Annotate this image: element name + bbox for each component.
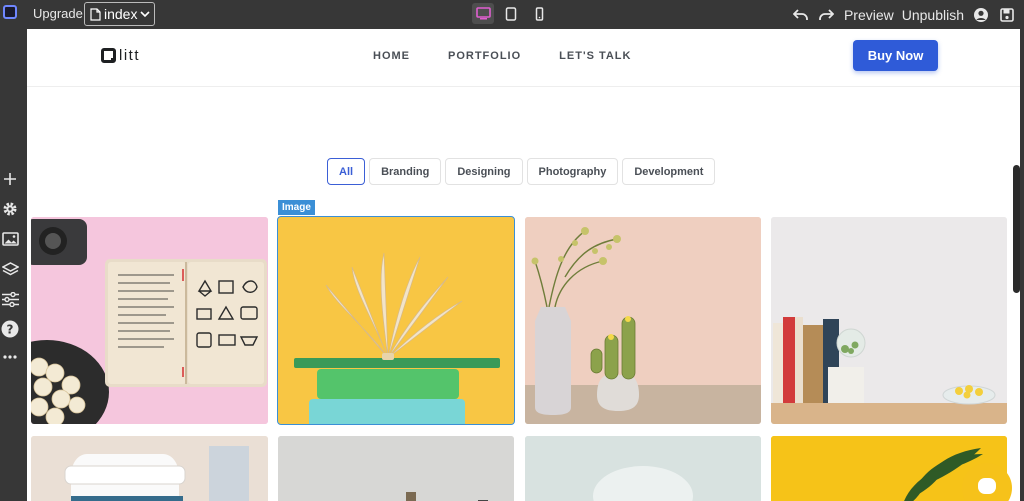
save-icon[interactable] xyxy=(998,6,1016,24)
portfolio-image-light-mist[interactable] xyxy=(525,436,761,501)
tablet-icon[interactable] xyxy=(500,3,522,24)
nav-portfolio[interactable]: PORTFOLIO xyxy=(448,50,521,62)
help-icon[interactable]: ? xyxy=(0,319,20,339)
desktop-icon[interactable] xyxy=(472,3,494,24)
filter-photography[interactable]: Photography xyxy=(526,158,619,185)
nav-lets-talk[interactable]: LET'S TALK xyxy=(559,50,631,62)
plus-icon[interactable] xyxy=(0,169,20,189)
portfolio-image-vase-cactus[interactable] xyxy=(525,217,761,424)
portfolio-image-books-shelf[interactable] xyxy=(771,217,1007,424)
undo-icon[interactable] xyxy=(792,6,810,24)
page-select-value: index xyxy=(104,6,138,22)
filter-branding[interactable]: Branding xyxy=(369,158,442,185)
page-icon xyxy=(90,7,101,21)
gear-icon[interactable] xyxy=(0,199,20,219)
nav-home[interactable]: HOME xyxy=(373,50,410,62)
portfolio-image-coffee-cup[interactable] xyxy=(31,436,268,501)
upgrade-link[interactable]: Upgrade xyxy=(33,6,83,21)
chat-bubble-icon xyxy=(978,478,996,494)
editor-toolbar: Upgrade index Preview Unpublish xyxy=(0,0,1024,29)
unpublish-button[interactable]: Unpublish xyxy=(902,7,964,23)
page-select[interactable]: index xyxy=(84,2,155,26)
portfolio-image-notebook[interactable] xyxy=(31,217,268,424)
brand-name: litt xyxy=(119,47,140,64)
filter-development[interactable]: Development xyxy=(622,158,716,185)
sliders-icon[interactable] xyxy=(0,289,20,309)
canvas-scrollbar[interactable] xyxy=(1013,165,1020,293)
chevron-down-icon xyxy=(140,11,151,18)
site-header: litt HOME PORTFOLIO LET'S TALK Buy Now xyxy=(27,29,1020,87)
image-icon[interactable] xyxy=(0,229,20,249)
svg-text:?: ? xyxy=(7,323,14,337)
device-switcher xyxy=(472,3,550,24)
app-logo-icon[interactable] xyxy=(3,5,17,19)
buy-now-button[interactable]: Buy Now xyxy=(853,40,938,71)
editor-sidebar: ? xyxy=(0,29,27,501)
selected-element-badge: Image xyxy=(278,200,315,215)
portfolio-image-shelf-objects[interactable] xyxy=(278,436,514,501)
filter-all[interactable]: All xyxy=(327,158,366,185)
main-nav: HOME PORTFOLIO LET'S TALK xyxy=(373,50,631,62)
redo-icon[interactable] xyxy=(818,6,836,24)
preview-button[interactable]: Preview xyxy=(844,7,894,23)
site-logo[interactable]: litt xyxy=(101,47,140,64)
toolbar-actions: Preview Unpublish xyxy=(792,0,1024,29)
page-canvas: litt HOME PORTFOLIO LET'S TALK Buy Now A… xyxy=(27,29,1020,501)
portfolio-image-book-stack[interactable] xyxy=(277,216,515,425)
layers-icon[interactable] xyxy=(0,259,20,279)
portfolio-filters: All Branding Designing Photography Devel… xyxy=(327,158,716,185)
mobile-icon[interactable] xyxy=(528,3,550,24)
logo-mark-icon xyxy=(101,48,116,63)
user-icon[interactable] xyxy=(972,6,990,24)
more-icon[interactable] xyxy=(0,347,20,367)
filter-designing[interactable]: Designing xyxy=(445,158,523,185)
